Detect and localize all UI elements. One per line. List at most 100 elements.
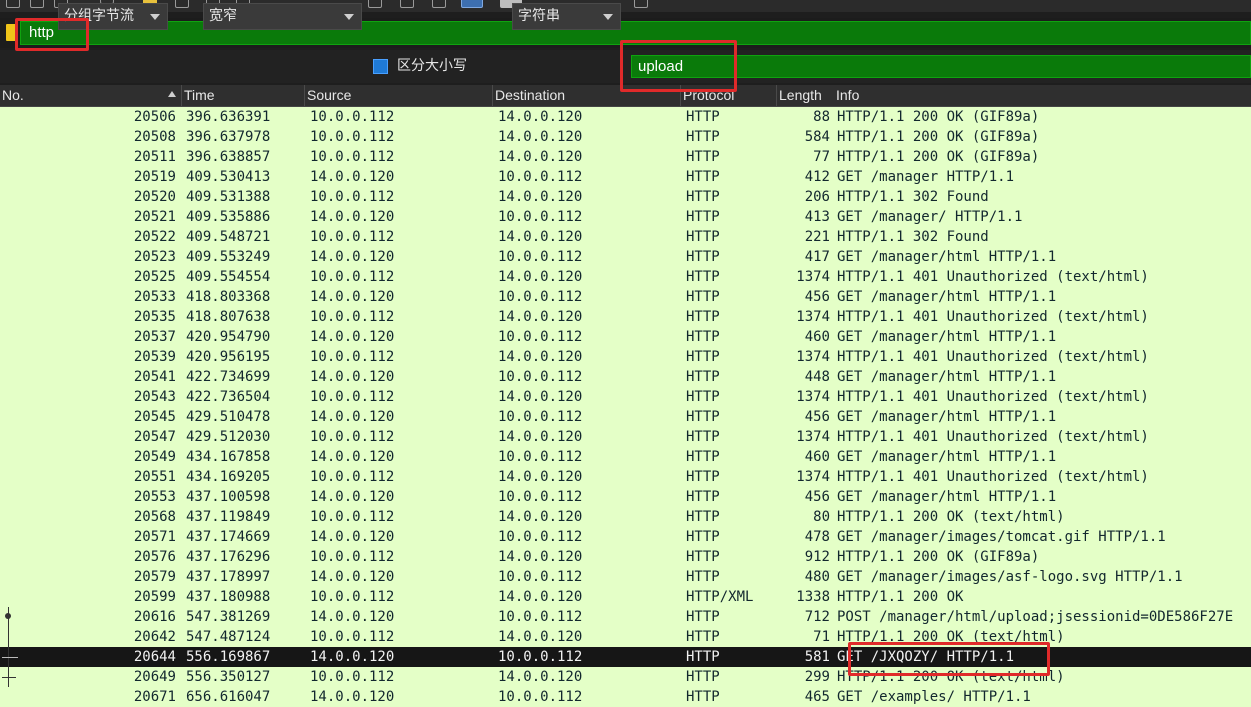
resize-columns-icon[interactable] <box>634 0 648 8</box>
packet-cell-no: 20576 <box>133 549 176 565</box>
packet-cell-src: 14.0.0.120 <box>310 369 395 385</box>
packet-cell-src: 14.0.0.120 <box>310 249 395 265</box>
packet-cell-time: 409.548721 <box>186 229 271 245</box>
packet-cell-info: GET /manager/html HTTP/1.1 <box>837 409 1057 425</box>
toolbar-button-icon[interactable] <box>6 0 20 8</box>
packet-cell-proto: HTTP <box>686 269 720 285</box>
packet-cell-dst: 14.0.0.120 <box>498 129 583 145</box>
packet-row[interactable]: 20539 420.956195 10.0.0.112 14.0.0.120 HTTP 1… <box>0 347 1251 367</box>
packet-cell-no: 20599 <box>133 589 176 605</box>
packet-cell-time: 656.616047 <box>186 689 271 705</box>
packet-cell-dst: 14.0.0.120 <box>498 589 583 605</box>
packet-cell-len: 456 <box>804 489 830 505</box>
packet-cell-no: 20547 <box>133 429 176 445</box>
column-header-no[interactable]: No. <box>0 85 182 106</box>
packet-row[interactable]: 20551 434.169205 10.0.0.112 14.0.0.120 HTTP 1… <box>0 467 1251 487</box>
packet-row[interactable]: 20520 409.531388 10.0.0.112 14.0.0.120 HTTP 2… <box>0 187 1251 207</box>
packet-cell-src: 10.0.0.112 <box>310 109 395 125</box>
packet-cell-time: 409.535886 <box>186 209 271 225</box>
packet-cell-info: HTTP/1.1 401 Unauthorized (text/html) <box>837 269 1149 285</box>
packet-cell-proto: HTTP <box>686 289 720 305</box>
packet-cell-len: 1374 <box>796 429 830 445</box>
packet-cell-info: HTTP/1.1 200 OK (text/html) <box>837 509 1065 525</box>
packet-cell-no: 20568 <box>133 509 176 525</box>
column-header-length[interactable]: Length <box>777 85 834 106</box>
related-packet-response-icon <box>2 677 16 678</box>
char-width-select[interactable]: 宽窄 <box>203 3 362 30</box>
packet-row[interactable]: 20547 429.512030 10.0.0.112 14.0.0.120 HTTP 1… <box>0 427 1251 447</box>
packet-row[interactable]: 20521 409.535886 14.0.0.120 10.0.0.112 HTTP 4… <box>0 207 1251 227</box>
packet-cell-info: GET /manager HTTP/1.1 <box>837 169 1015 185</box>
packet-cell-dst: 14.0.0.120 <box>498 109 583 125</box>
packet-row[interactable]: 20508 396.637978 10.0.0.112 14.0.0.120 HTTP 5… <box>0 127 1251 147</box>
packet-cell-dst: 10.0.0.112 <box>498 489 583 505</box>
packet-cell-dst: 10.0.0.112 <box>498 169 583 185</box>
packet-row[interactable]: 20671 656.616047 14.0.0.120 10.0.0.112 HTTP 4… <box>0 687 1251 707</box>
packet-cell-time: 437.176296 <box>186 549 271 565</box>
packet-list: 20506 396.636391 10.0.0.112 14.0.0.120 HTTP 8… <box>0 107 1251 707</box>
packet-cell-no: 20525 <box>133 269 176 285</box>
packet-cell-src: 14.0.0.120 <box>310 289 395 305</box>
packet-row[interactable]: 20616 547.381269 14.0.0.120 10.0.0.112 HTTP 7… <box>0 607 1251 627</box>
packet-cell-time: 409.554554 <box>186 269 271 285</box>
save-icon[interactable] <box>175 0 189 8</box>
search-type-select[interactable]: 字符串 <box>512 3 621 30</box>
colorize-icon[interactable] <box>461 0 483 8</box>
packet-cell-no: 20553 <box>133 489 176 505</box>
packet-row-selected[interactable]: 20644 556.169867 14.0.0.120 10.0.0.112 HTTP 5… <box>0 647 1251 667</box>
packet-cell-dst: 10.0.0.112 <box>498 329 583 345</box>
packet-cell-info: POST /manager/html/upload;jsessionid=0DE… <box>837 609 1234 625</box>
packet-row[interactable]: 20511 396.638857 10.0.0.112 14.0.0.120 HTTP 7… <box>0 147 1251 167</box>
packet-cell-proto: HTTP <box>686 449 720 465</box>
packet-cell-time: 434.169205 <box>186 469 271 485</box>
packet-cell-no: 20511 <box>133 149 176 165</box>
packet-row[interactable]: 20599 437.180988 10.0.0.112 14.0.0.120 HTTP/… <box>0 587 1251 607</box>
packet-row[interactable]: 20579 437.178997 14.0.0.120 10.0.0.112 HTTP 4… <box>0 567 1251 587</box>
annotation-highlight-request <box>848 642 1050 676</box>
packet-cell-len: 912 <box>804 549 830 565</box>
packet-cell-src: 14.0.0.120 <box>310 329 395 345</box>
toolbar-button-icon[interactable] <box>30 0 44 8</box>
packet-row[interactable]: 20549 434.167858 14.0.0.120 10.0.0.112 HTTP 4… <box>0 447 1251 467</box>
packet-cell-info: GET /manager/images/tomcat.gif HTTP/1.1 <box>837 529 1166 545</box>
packet-cell-dst: 10.0.0.112 <box>498 609 583 625</box>
packet-row[interactable]: 20642 547.487124 10.0.0.112 14.0.0.120 HTTP 7… <box>0 627 1251 647</box>
packet-row[interactable]: 20533 418.803368 14.0.0.120 10.0.0.112 HTTP 4… <box>0 287 1251 307</box>
packet-cell-src: 14.0.0.120 <box>310 689 395 705</box>
packet-row[interactable]: 20525 409.554554 10.0.0.112 14.0.0.120 HTTP 1… <box>0 267 1251 287</box>
packet-row[interactable]: 20553 437.100598 14.0.0.120 10.0.0.112 HTTP 4… <box>0 487 1251 507</box>
annotation-highlight-search <box>620 40 737 92</box>
packet-row[interactable]: 20576 437.176296 10.0.0.112 14.0.0.120 HTTP 9… <box>0 547 1251 567</box>
toolbar-button-icon[interactable] <box>432 0 446 8</box>
packet-cell-dst: 14.0.0.120 <box>498 509 583 525</box>
column-header-info[interactable]: Info <box>834 85 1251 106</box>
packet-row[interactable]: 20537 420.954790 14.0.0.120 10.0.0.112 HTTP 4… <box>0 327 1251 347</box>
toolbar-button-icon[interactable] <box>368 0 382 8</box>
packet-row[interactable]: 20543 422.736504 10.0.0.112 14.0.0.120 HTTP 1… <box>0 387 1251 407</box>
packet-cell-no: 20616 <box>133 609 176 625</box>
packet-cell-len: 581 <box>804 649 830 665</box>
packet-cell-no: 20519 <box>133 169 176 185</box>
packet-row[interactable]: 20506 396.636391 10.0.0.112 14.0.0.120 HTTP 8… <box>0 107 1251 127</box>
packet-cell-src: 14.0.0.120 <box>310 209 395 225</box>
packet-row[interactable]: 20649 556.350127 10.0.0.112 14.0.0.120 HTTP 2… <box>0 667 1251 687</box>
packet-cell-time: 429.510478 <box>186 409 271 425</box>
toolbar-button-icon[interactable] <box>400 0 414 8</box>
case-sensitive-checkbox[interactable] <box>373 59 388 74</box>
packet-row[interactable]: 20522 409.548721 10.0.0.112 14.0.0.120 HTTP 2… <box>0 227 1251 247</box>
packet-row[interactable]: 20568 437.119849 10.0.0.112 14.0.0.120 HTTP 8… <box>0 507 1251 527</box>
packet-row[interactable]: 20519 409.530413 14.0.0.120 10.0.0.112 HTTP 4… <box>0 167 1251 187</box>
packet-row[interactable]: 20545 429.510478 14.0.0.120 10.0.0.112 HTTP 4… <box>0 407 1251 427</box>
packet-row[interactable]: 20523 409.553249 14.0.0.120 10.0.0.112 HTTP 4… <box>0 247 1251 267</box>
packet-cell-len: 448 <box>804 369 830 385</box>
packet-cell-no: 20535 <box>133 309 176 325</box>
packet-row[interactable]: 20571 437.174669 14.0.0.120 10.0.0.112 HTTP 4… <box>0 527 1251 547</box>
packet-cell-no: 20522 <box>133 229 176 245</box>
packet-cell-dst: 14.0.0.120 <box>498 309 583 325</box>
packet-row[interactable]: 20535 418.807638 10.0.0.112 14.0.0.120 HTTP 1… <box>0 307 1251 327</box>
packet-cell-proto: HTTP/XML <box>686 589 754 605</box>
packet-cell-time: 420.956195 <box>186 349 271 365</box>
column-header-source[interactable]: Source <box>305 85 493 106</box>
column-header-time[interactable]: Time <box>182 85 305 106</box>
packet-row[interactable]: 20541 422.734699 14.0.0.120 10.0.0.112 HTTP 4… <box>0 367 1251 387</box>
